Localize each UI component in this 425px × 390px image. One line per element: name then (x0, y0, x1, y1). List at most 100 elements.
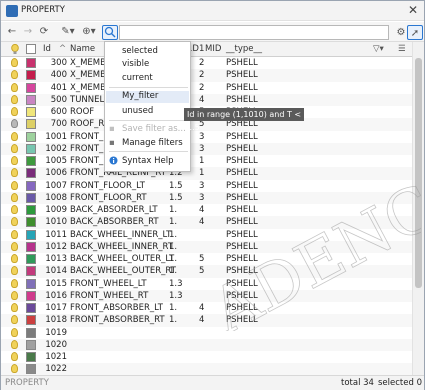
visibility-bulb-icon[interactable] (11, 44, 19, 55)
table-row[interactable]: 400X_MEMBE1.2PSHELL (1, 69, 412, 82)
menu-item-my-filter[interactable]: My_filter (106, 91, 189, 103)
color-swatch[interactable] (26, 180, 36, 191)
menu-item-manage-filters[interactable]: Manage filters (122, 138, 183, 148)
visibility-bulb-icon[interactable] (11, 352, 18, 361)
table-row[interactable]: 1009 BACK_ABSORDER_LT 1. 4 PSHELL (1, 204, 412, 216)
table-row[interactable]: 1021 (1, 351, 412, 363)
forward-icon[interactable]: → (21, 24, 35, 40)
visibility-bulb-icon[interactable] (11, 131, 18, 141)
table-row[interactable]: 1008 FRONT_FLOOR_RT 1.5 3 PSHELL (1, 191, 412, 204)
color-swatch[interactable] (26, 107, 36, 117)
color-swatch[interactable] (26, 254, 36, 264)
visibility-bulb-icon[interactable] (11, 339, 18, 349)
search-filter-button[interactable] (102, 25, 118, 40)
color-swatch[interactable] (26, 278, 36, 289)
table-row[interactable]: 1012 BACK_WHEEL_INNER_RT 1. PSHELL (1, 240, 412, 253)
visibility-bulb-icon[interactable] (11, 58, 18, 67)
table-row[interactable]: 1011 BACK_WHEEL_INNER_LT 1. PSHELL (1, 229, 412, 241)
color-swatch[interactable] (26, 241, 36, 252)
table-row[interactable]: 1007 FRONT_FLOOR_LT 1.5 3 PSHELL (1, 180, 412, 192)
color-swatch[interactable] (26, 131, 36, 142)
menu-item-visible[interactable]: visible (122, 59, 149, 69)
table-row[interactable]: 1002FRONT_R1.3PSHELL (1, 142, 412, 155)
table-row[interactable]: 1014 BACK_WHEEL_OUTER_RT 1. 5 PSHELL (1, 265, 412, 278)
visibility-bulb-icon[interactable] (11, 168, 18, 178)
vertical-scrollbar[interactable] (412, 42, 424, 375)
table-row[interactable]: 1001FRONT_R1.3PSHELL (1, 131, 412, 143)
color-swatch[interactable] (26, 327, 36, 338)
color-swatch[interactable] (26, 315, 36, 326)
edit-tool-icon[interactable]: ✎▾ (57, 24, 79, 40)
back-icon[interactable]: ← (5, 24, 19, 40)
visibility-bulb-icon[interactable] (11, 229, 18, 239)
color-swatch[interactable] (26, 339, 36, 350)
visibility-bulb-icon[interactable] (11, 303, 18, 312)
color-swatch[interactable] (26, 217, 36, 228)
color-swatch[interactable] (26, 364, 36, 375)
visibility-bulb-icon[interactable] (11, 94, 18, 104)
color-swatch[interactable] (26, 58, 36, 68)
table-row[interactable]: 1020 (1, 338, 412, 351)
visibility-bulb-icon[interactable] (11, 192, 18, 202)
table-row[interactable]: 300X_MEMBE1.2PSHELL (1, 57, 412, 69)
header-name[interactable]: Name (70, 44, 95, 54)
visibility-bulb-icon[interactable] (11, 180, 18, 190)
visibility-bulb-icon[interactable] (11, 107, 18, 116)
refresh-icon[interactable]: ⟳ (37, 24, 51, 40)
visibility-bulb-icon[interactable] (11, 315, 18, 325)
header-id[interactable]: Id (43, 44, 51, 54)
table-row[interactable]: 1019 (1, 327, 412, 339)
menu-item-unused[interactable]: unused (122, 106, 153, 116)
color-swatch[interactable] (26, 70, 36, 81)
table-row[interactable]: 1013 BACK_WHEEL_OUTER_LT 1. 5 PSHELL (1, 253, 412, 265)
visibility-bulb-icon[interactable] (11, 290, 18, 300)
visibility-bulb-icon[interactable] (11, 254, 18, 263)
column-menu-icon[interactable]: ☰ (398, 44, 406, 54)
visibility-bulb-icon[interactable] (11, 327, 18, 337)
pointer-select-icon[interactable]: ➚ (407, 25, 423, 40)
zoom-icon[interactable]: ⊕▾ (79, 24, 99, 40)
menu-item-selected[interactable]: selected (122, 46, 158, 56)
menu-item-current[interactable]: current (122, 73, 153, 83)
visibility-bulb-icon[interactable] (11, 156, 18, 165)
color-swatch[interactable] (26, 266, 36, 277)
color-swatch[interactable] (26, 352, 36, 362)
search-input[interactable] (119, 25, 389, 40)
table-row[interactable]: 1022 (1, 363, 412, 375)
table-row[interactable]: 1016 FRONT_WHEEL_RT 1.3 PSHELL (1, 289, 412, 302)
visibility-bulb-icon[interactable] (11, 119, 18, 129)
visibility-bulb-icon[interactable] (11, 364, 18, 374)
table-row[interactable]: 1015 FRONT_WHEEL_LT 1.3 PSHELL (1, 278, 412, 290)
visibility-bulb-icon[interactable] (11, 217, 18, 227)
color-column-icon[interactable] (26, 44, 36, 54)
table-row[interactable]: 1017 FRONT_ABSORBER_LT 1. 4 PSHELL (1, 302, 412, 314)
color-swatch[interactable] (26, 290, 36, 301)
visibility-bulb-icon[interactable] (11, 266, 18, 276)
scrollbar-thumb[interactable] (415, 58, 422, 288)
column-filter-icon[interactable]: ▽▾ (373, 44, 384, 54)
table-row[interactable]: 1005FRONT_RAIL_REINF_LT1.21PSHELL (1, 155, 412, 167)
color-swatch[interactable] (26, 229, 36, 240)
table-row[interactable]: 401X_MEMBE1.2PSHELL (1, 82, 412, 94)
color-swatch[interactable] (26, 156, 36, 166)
menu-item-syntax-help[interactable]: Syntax Help (122, 156, 173, 166)
table-row[interactable]: 500TUNNEL1.4PSHELL (1, 93, 412, 106)
visibility-bulb-icon[interactable] (11, 205, 18, 214)
color-swatch[interactable] (26, 94, 36, 105)
color-swatch[interactable] (26, 168, 36, 179)
visibility-bulb-icon[interactable] (11, 278, 18, 288)
color-swatch[interactable] (26, 119, 36, 130)
close-button[interactable]: ✕ (408, 3, 418, 17)
color-swatch[interactable] (26, 192, 36, 203)
color-swatch[interactable] (26, 205, 36, 215)
color-swatch[interactable] (26, 143, 36, 154)
color-swatch[interactable] (26, 82, 36, 93)
visibility-bulb-icon[interactable] (11, 82, 18, 92)
visibility-bulb-icon[interactable] (11, 241, 18, 251)
table-row[interactable]: 1018 FRONT_ABSORBER_RT 1. 4 PSHELL (1, 314, 412, 327)
visibility-bulb-icon[interactable] (11, 143, 18, 153)
header-mid[interactable]: MID (205, 44, 221, 54)
color-swatch[interactable] (26, 303, 36, 313)
table-row[interactable]: 1010 BACK_ABSORBER_RT 1. 4 PSHELL (1, 216, 412, 229)
table-row[interactable]: 1006 FRONT_RAIL_REINF_RT 1.2 1 PSHELL (1, 167, 412, 180)
